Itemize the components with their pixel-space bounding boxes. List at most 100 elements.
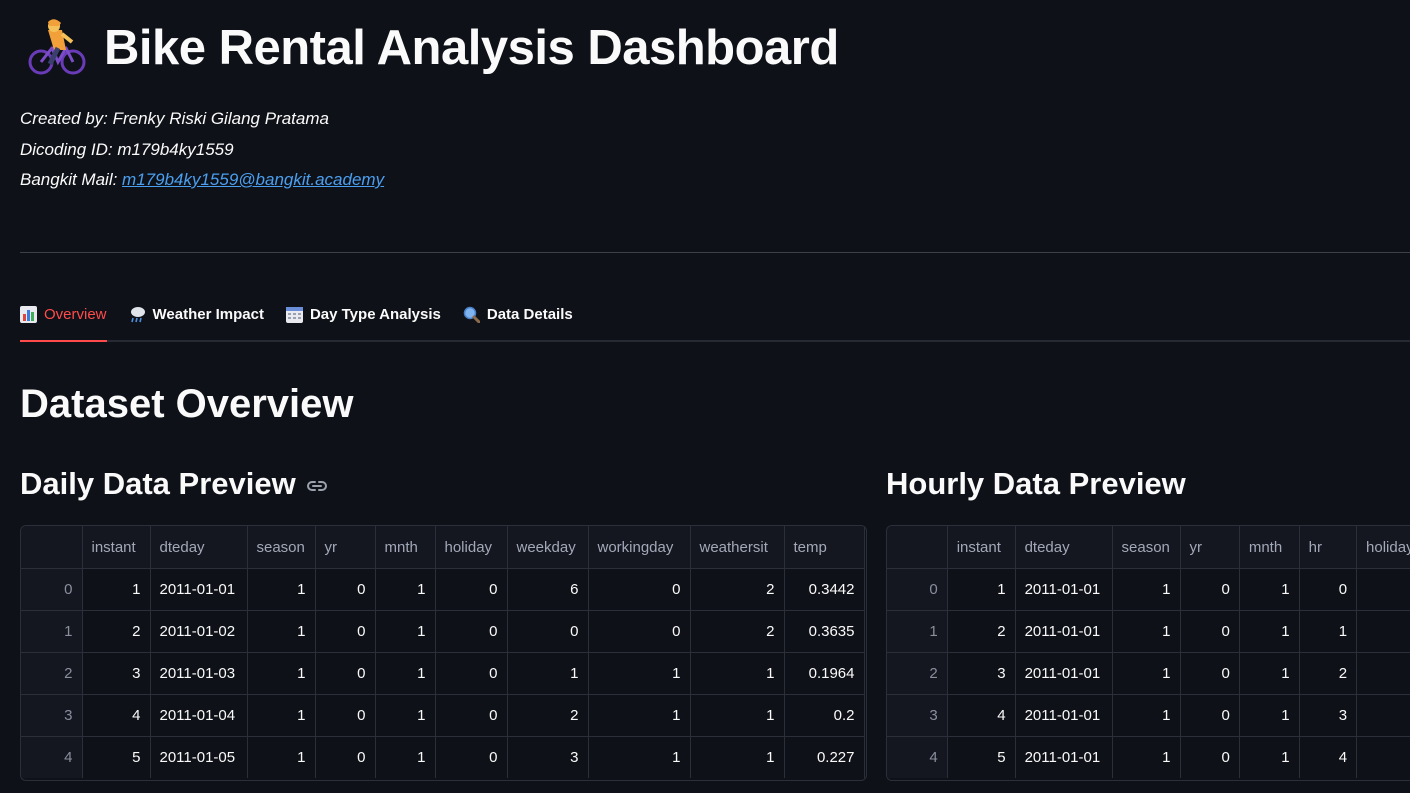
table-cell[interactable]: 6	[507, 568, 589, 611]
table-cell[interactable]: 2	[690, 610, 785, 653]
row-index-cell[interactable]: 1	[21, 610, 83, 653]
tab-day-type-analysis[interactable]: Day Type Analysis	[285, 296, 441, 340]
table-cell[interactable]: 0.227	[784, 736, 865, 778]
tab-overview[interactable]: Overview	[20, 296, 107, 342]
column-header[interactable]: mnth	[1239, 526, 1300, 569]
table-cell[interactable]: 2	[82, 610, 151, 653]
table-cell[interactable]: 1	[375, 610, 436, 653]
table-cell[interactable]: 2011-01-01	[1015, 736, 1113, 778]
table-cell[interactable]: 0	[1180, 694, 1240, 737]
tab-weather-impact[interactable]: Weather Impact	[129, 296, 264, 340]
table-cell[interactable]: 1	[588, 736, 691, 778]
table-cell[interactable]: 1	[588, 694, 691, 737]
table-cell[interactable]: 1	[1239, 610, 1300, 653]
table-cell[interactable]: 1	[375, 568, 436, 611]
table-cell[interactable]: 0	[435, 610, 508, 653]
table-cell[interactable]: 2011-01-03	[150, 652, 248, 695]
index-header[interactable]	[21, 526, 83, 569]
table-cell[interactable]: 0	[315, 652, 376, 695]
column-header[interactable]: holiday	[1356, 526, 1410, 569]
table-cell[interactable]: 0	[588, 568, 691, 611]
tab-data-details[interactable]: Data Details	[463, 296, 573, 340]
table-cell[interactable]	[1356, 652, 1410, 695]
table-cell[interactable]: 1	[1299, 610, 1358, 653]
row-index-cell[interactable]: 3	[887, 694, 948, 737]
table-cell[interactable]: 1	[247, 652, 316, 695]
row-index-cell[interactable]: 1	[887, 610, 948, 653]
column-header[interactable]: weekday	[507, 526, 589, 569]
table-cell[interactable]: 1	[1112, 736, 1181, 778]
table-cell[interactable]: 2011-01-01	[1015, 568, 1113, 611]
table-cell[interactable]: 3	[82, 652, 151, 695]
column-header[interactable]: yr	[315, 526, 376, 569]
table-cell[interactable]: 0	[435, 568, 508, 611]
table-cell[interactable]: 2	[1299, 652, 1358, 695]
row-index-cell[interactable]: 2	[887, 652, 948, 695]
table-cell[interactable]	[1356, 736, 1410, 778]
table-cell[interactable]: 1	[247, 694, 316, 737]
table-cell[interactable]: 0.3442	[784, 568, 865, 611]
table-cell[interactable]: 1	[1239, 694, 1300, 737]
table-cell[interactable]: 0.2	[784, 694, 865, 737]
column-header[interactable]: workingday	[588, 526, 691, 569]
table-cell[interactable]: 1	[947, 568, 1016, 611]
table-cell[interactable]: 2011-01-01	[150, 568, 248, 611]
column-header[interactable]: dteday	[150, 526, 248, 569]
table-cell[interactable]: 2011-01-01	[1015, 694, 1113, 737]
column-header[interactable]: temp	[784, 526, 865, 569]
link-icon[interactable]	[306, 479, 328, 493]
table-cell[interactable]: 1	[1112, 610, 1181, 653]
column-header[interactable]: mnth	[375, 526, 436, 569]
column-header[interactable]: season	[247, 526, 316, 569]
hourly-dataframe[interactable]: instant dteday season yr mnth hr holiday 0 1 201…	[886, 525, 1410, 781]
table-cell[interactable]: 4	[1299, 736, 1358, 778]
index-header[interactable]	[887, 526, 948, 569]
table-cell[interactable]: 1	[1112, 694, 1181, 737]
table-cell[interactable]: 1	[247, 610, 316, 653]
table-cell[interactable]: 0	[435, 736, 508, 778]
table-cell[interactable]: 0	[315, 568, 376, 611]
table-cell[interactable]: 1	[247, 568, 316, 611]
table-cell[interactable]: 4	[82, 694, 151, 737]
table-cell[interactable]: 4	[947, 694, 1016, 737]
table-cell[interactable]: 1	[1239, 652, 1300, 695]
table-cell[interactable]: 1	[588, 652, 691, 695]
table-cell[interactable]: 5	[947, 736, 1016, 778]
column-header[interactable]: dteday	[1015, 526, 1113, 569]
table-cell[interactable]: 0	[507, 610, 589, 653]
mail-link[interactable]: m179b4ky1559@bangkit.academy	[122, 170, 384, 189]
table-cell[interactable]: 1	[690, 694, 785, 737]
row-index-cell[interactable]: 4	[887, 736, 948, 778]
table-cell[interactable]: 3	[947, 652, 1016, 695]
row-index-cell[interactable]: 0	[21, 568, 83, 611]
table-cell[interactable]: 0.3635	[784, 610, 865, 653]
column-header[interactable]: yr	[1180, 526, 1240, 569]
table-cell[interactable]: 0	[1180, 568, 1240, 611]
table-cell[interactable]: 1	[1239, 568, 1300, 611]
row-index-cell[interactable]: 2	[21, 652, 83, 695]
column-header[interactable]: hr	[1299, 526, 1358, 569]
table-cell[interactable]: 2011-01-01	[1015, 610, 1113, 653]
table-cell[interactable]: 0	[315, 694, 376, 737]
table-cell[interactable]: 1	[82, 568, 151, 611]
table-cell[interactable]: 3	[507, 736, 589, 778]
table-cell[interactable]: 0	[1180, 652, 1240, 695]
table-cell[interactable]	[1356, 610, 1410, 653]
table-cell[interactable]: 0	[435, 694, 508, 737]
table-cell[interactable]: 3	[1299, 694, 1358, 737]
table-cell[interactable]: 0	[315, 610, 376, 653]
table-cell[interactable]: 2011-01-02	[150, 610, 248, 653]
table-cell[interactable]: 2	[507, 694, 589, 737]
daily-dataframe[interactable]: instant dteday season yr mnth holiday weekday w…	[20, 525, 867, 781]
table-cell[interactable]: 2011-01-04	[150, 694, 248, 737]
table-cell[interactable]: 5	[82, 736, 151, 778]
table-cell[interactable]	[1356, 694, 1410, 737]
row-index-cell[interactable]: 0	[887, 568, 948, 611]
row-index-cell[interactable]: 4	[21, 736, 83, 778]
table-cell[interactable]: 0	[315, 736, 376, 778]
table-cell[interactable]: 2011-01-01	[1015, 652, 1113, 695]
table-cell[interactable]: 0	[1180, 610, 1240, 653]
table-cell[interactable]: 0	[1299, 568, 1358, 611]
column-header[interactable]: holiday	[435, 526, 508, 569]
table-cell[interactable]: 1	[1239, 736, 1300, 778]
